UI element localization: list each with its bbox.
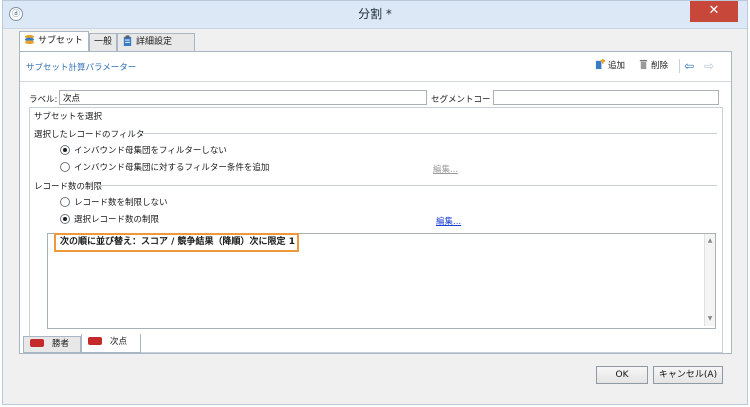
radio-no-limit-label: レコード数を制限しない	[74, 198, 168, 208]
radio-add-filter-button[interactable]	[60, 162, 70, 172]
clipboard-icon	[123, 35, 132, 46]
summary-scrollbar[interactable]: ▲ ▼	[704, 234, 715, 326]
close-button[interactable]: ✕	[690, 1, 738, 22]
bottom-tab-runner-up[interactable]: 次点	[81, 334, 141, 353]
radio-no-filter-button[interactable]	[60, 145, 70, 155]
stack-icon	[24, 34, 35, 45]
back-arrow-icon[interactable]: ⇦	[684, 59, 694, 73]
limit-edit-link[interactable]: 編集...	[436, 215, 461, 227]
radio-no-limit-button[interactable]	[60, 197, 70, 207]
delete-label: 削除	[651, 61, 669, 71]
title-bar: ⓓ 分割 * ✕	[3, 1, 747, 29]
label-caption: ラベル:	[29, 95, 58, 105]
tab-advanced-label: 詳細設定	[136, 37, 173, 47]
radio-add-filter[interactable]: インバウンド母集団に対するフィルター条件を追加	[60, 162, 269, 174]
panel-divider	[20, 81, 731, 82]
subset-heading: サブセットを選択	[34, 112, 103, 122]
radio-no-limit[interactable]: レコード数を制限しない	[60, 197, 168, 209]
limit-group-title: レコード数の制限	[34, 182, 103, 192]
cancel-button[interactable]: キャンセル(A)	[653, 366, 723, 384]
filter-group-divider	[138, 133, 717, 134]
trash-icon	[639, 59, 648, 70]
tab-general[interactable]: 一般	[89, 33, 117, 51]
forward-arrow-icon[interactable]: ⇨	[704, 59, 714, 73]
tab-general-label: 一般	[94, 37, 113, 47]
filter-edit-link[interactable]: 編集...	[433, 163, 458, 175]
toolbar-divider	[679, 59, 680, 73]
radio-limit-records-label: 選択レコード数の制限	[74, 215, 160, 225]
window-title: 分割 *	[358, 7, 392, 21]
panel-title: サブセット計算パラメーター	[26, 63, 137, 73]
segment-icon	[88, 337, 102, 345]
bottom-tab-winner-label: 勝者	[52, 339, 70, 349]
radio-no-filter-label: インバウンド母集団をフィルターしない	[74, 146, 227, 156]
radio-limit-records[interactable]: 選択レコード数の制限	[60, 214, 159, 226]
label-input[interactable]	[59, 90, 427, 105]
segment-code-caption: セグメントコード:	[431, 95, 502, 105]
radio-add-filter-label: インバウンド母集団に対するフィルター条件を追加	[74, 163, 270, 173]
add-label: 追加	[608, 61, 626, 71]
ok-button[interactable]: OK	[596, 366, 648, 384]
radio-no-filter[interactable]: インバウンド母集団をフィルターしない	[60, 145, 227, 157]
limit-group-divider	[95, 185, 717, 186]
segment-code-input[interactable]	[493, 90, 719, 105]
add-button[interactable]: 追加	[595, 59, 625, 73]
bottom-tab-runner-up-label: 次点	[110, 337, 128, 347]
scroll-up-icon[interactable]: ▲	[705, 236, 715, 246]
tab-advanced[interactable]: 詳細設定	[117, 33, 195, 51]
dialog-window: ⓓ 分割 * ✕ サブセット 一般 詳細設定 サブセット計算パラメーター 追加	[2, 0, 748, 405]
tab-subset-label: サブセット	[38, 36, 84, 46]
radio-limit-records-button[interactable]	[60, 214, 70, 224]
delete-button[interactable]: 削除	[638, 59, 668, 73]
scroll-down-icon[interactable]: ▼	[705, 314, 715, 324]
add-icon	[595, 59, 606, 70]
segment-icon	[30, 339, 44, 347]
filter-group-title: 選択したレコードのフィルター	[34, 130, 153, 140]
summary-text: 次の順に並び替え：スコア / 競争結果（降順）次に限定 1	[54, 233, 299, 252]
tab-subset[interactable]: サブセット	[19, 31, 89, 52]
bottom-tab-winner[interactable]: 勝者	[23, 336, 81, 353]
